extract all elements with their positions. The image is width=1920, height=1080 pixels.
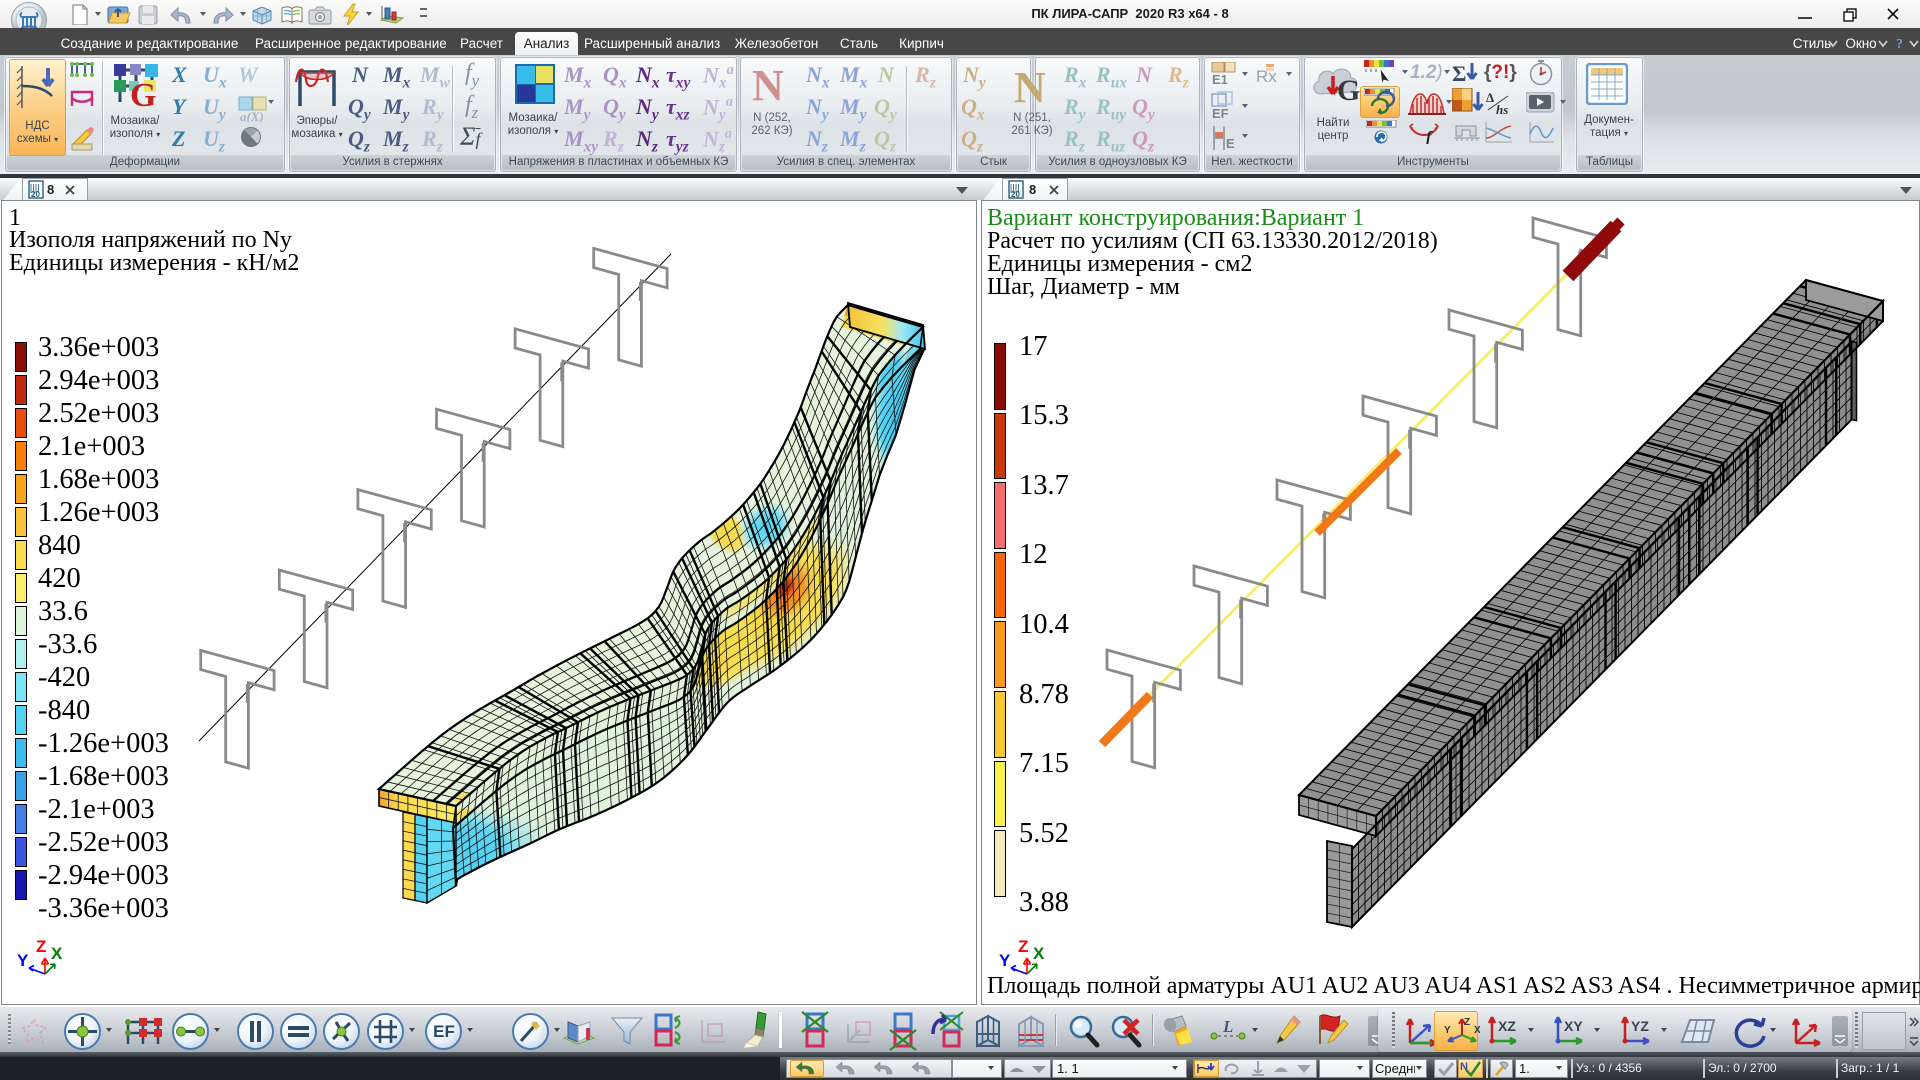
svg-text:20: 20 — [1011, 190, 1020, 199]
svg-text:Z: Z — [1464, 1017, 1470, 1028]
svg-text:EF: EF — [1212, 106, 1229, 121]
svg-text:XZ: XZ — [1498, 1018, 1516, 1034]
svg-text:Σ: Σ — [1452, 61, 1466, 86]
svg-text:E1: E1 — [1212, 72, 1228, 87]
svg-text:G: G — [130, 77, 156, 110]
svg-text:X: X — [1474, 1025, 1480, 1036]
svg-text:G: G — [1337, 74, 1360, 107]
svg-text:hs: hs — [1496, 102, 1508, 116]
svg-text:?: ? — [1896, 38, 1903, 50]
svg-text:E: E — [1226, 136, 1235, 151]
svg-text:20: 20 — [31, 190, 40, 199]
svg-text:Δ: Δ — [1486, 90, 1494, 105]
svg-text:f: f — [1426, 129, 1433, 144]
svg-text:XY: XY — [1564, 1018, 1583, 1034]
svg-text:L: L — [1222, 1018, 1233, 1036]
svg-text:Y: Y — [1444, 1025, 1451, 1036]
svg-text:a(X): a(X) — [240, 109, 264, 122]
svg-text:YZ: YZ — [1631, 1018, 1649, 1034]
